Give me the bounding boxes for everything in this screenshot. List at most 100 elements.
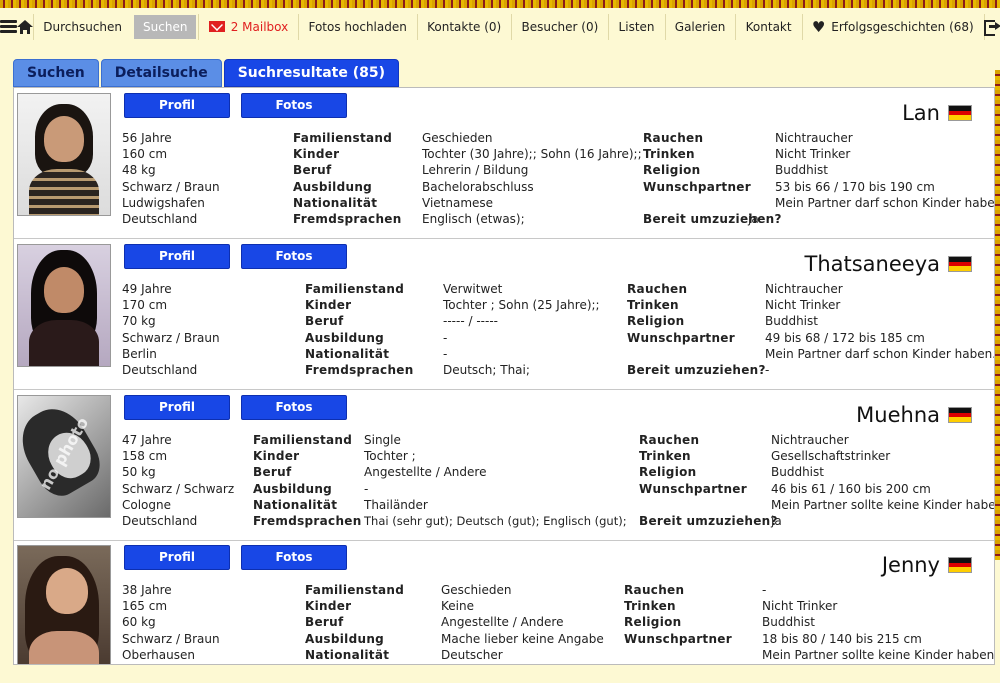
value-nationalitaet: Thailänder (364, 497, 428, 512)
hair-eyes: Schwarz / Schwarz (122, 481, 235, 496)
fotos-button[interactable]: Fotos (241, 93, 347, 118)
value-nationalitaet: - (443, 346, 448, 361)
home-button[interactable] (17, 8, 33, 45)
label-nationalitaet: Nationalität (293, 195, 378, 210)
country: Deutschland (122, 362, 198, 377)
germany-flag-icon (948, 557, 972, 573)
nav-erfolgsgeschichten-label: Erfolgsgeschichten (68) (831, 19, 974, 34)
nav-durchsuchen[interactable]: Durchsuchen (33, 8, 132, 45)
city: Berlin (122, 346, 157, 361)
value-ausbildung: - (443, 330, 448, 345)
profile-name[interactable]: Jenny (882, 553, 972, 577)
value-kinder: Tochter ; (364, 449, 416, 464)
label-umziehen: Bereit umzuziehen? (639, 513, 778, 528)
profil-button[interactable]: Profil (124, 545, 230, 570)
label-beruf: Beruf (293, 163, 332, 178)
profile-name-text: Jenny (881, 553, 940, 577)
value-umziehen: ja (771, 513, 782, 528)
profile-name[interactable]: Muehna (856, 403, 972, 427)
label-fremdsprachen: Fremdsprachen (253, 513, 362, 528)
profil-button[interactable]: Profil (124, 244, 230, 269)
value-kinderwunsch: Mein Partner sollte keine Kinder haben. (771, 497, 995, 512)
country: Deutschland (122, 513, 198, 528)
label-rauchen: Rauchen (624, 583, 685, 597)
value-religion: Buddhist (762, 615, 815, 630)
nav-erfolgsgeschichten[interactable]: ♥ Erfolgsgeschichten (68) (802, 8, 984, 45)
value-kinderwunsch: Mein Partner sollte keine Kinder haben. (762, 647, 995, 662)
profile-name-text: Muehna (856, 403, 940, 427)
details-values: Verwitwet Tochter ; Sohn (25 Jahre);; --… (443, 281, 600, 378)
prefs-values: Nichtraucher Gesellschaftstrinker Buddhi… (771, 432, 995, 529)
label-trinken: Trinken (624, 599, 676, 614)
prefs-labels: Rauchen Trinken Religion Wunschpartner (624, 582, 732, 647)
prefs-values: - Nicht Trinker Buddhist 18 bis 80 / 140… (762, 582, 995, 663)
value-religion: Buddhist (765, 314, 818, 329)
logout-icon (983, 19, 1000, 36)
value-beruf: Lehrerin / Bildung (422, 163, 529, 178)
profile-photo[interactable] (17, 545, 111, 664)
hair-eyes: Schwarz / Braun (122, 330, 220, 345)
profile-photo[interactable] (17, 93, 111, 216)
value-rauchen: Nichtraucher (765, 282, 843, 296)
label-beruf: Beruf (305, 615, 344, 630)
label-rauchen: Rauchen (627, 282, 688, 296)
label-wunschpartner: Wunschpartner (639, 481, 747, 496)
profile-name[interactable]: Lan (902, 101, 972, 125)
value-familienstand: Single (364, 433, 401, 447)
value-ausbildung: Bachelorabschluss (422, 179, 534, 194)
profile-name-text: Thatsaneeya (804, 252, 941, 276)
tab-detailsuche[interactable]: Detailsuche (100, 59, 222, 87)
profile-photo[interactable]: no photo (17, 395, 111, 518)
label-nationalitaet: Nationalität (253, 497, 338, 512)
tab-suchresultate[interactable]: Suchresultate (85) (223, 59, 399, 87)
label-rauchen: Rauchen (639, 433, 700, 447)
profil-button[interactable]: Profil (124, 395, 230, 420)
label-wunschpartner: Wunschpartner (627, 330, 735, 345)
country: Deutschland (122, 211, 198, 226)
fotos-button[interactable]: Fotos (241, 395, 347, 420)
profile-name[interactable]: Thatsaneeya (804, 252, 972, 276)
value-wunschpartner: 46 bis 61 / 160 bis 200 cm (771, 481, 931, 496)
details-values: Single Tochter ; Angestellte / Andere - … (364, 432, 627, 529)
fotos-button[interactable]: Fotos (241, 244, 347, 269)
profile-card: Profil Fotos Thatsaneeya 49 Jahre 170 cm… (14, 239, 994, 390)
profil-button[interactable]: Profil (124, 93, 230, 118)
menu-icon (0, 20, 17, 33)
label-kinder: Kinder (305, 298, 352, 313)
nav-besucher[interactable]: Besucher (0) (511, 8, 608, 45)
value-rauchen: Nichtraucher (775, 131, 853, 145)
menu-button[interactable] (0, 8, 17, 45)
label-beruf: Beruf (305, 314, 344, 329)
label-religion: Religion (624, 615, 682, 630)
height: 160 cm (122, 147, 168, 162)
label-rauchen: Rauchen (643, 131, 704, 145)
prefs-labels: Rauchen Trinken Religion Wunschpartner B… (639, 432, 778, 529)
nav-fotos-hochladen[interactable]: Fotos hochladen (298, 8, 416, 45)
value-kinder: Tochter (30 Jahre);; Sohn (16 Jahre);; (422, 147, 642, 162)
nav-kontakte[interactable]: Kontakte (0) (417, 8, 511, 45)
nav-kontakt[interactable]: Kontakt (736, 8, 802, 45)
label-familienstand: Familienstand (253, 433, 353, 447)
value-kinder: Keine (441, 599, 474, 614)
fotos-button[interactable]: Fotos (241, 545, 347, 570)
value-kinderwunsch: Mein Partner darf schon Kinder haben. (775, 195, 995, 210)
value-kinder: Tochter ; Sohn (25 Jahre);; (443, 298, 600, 313)
value-wunschpartner: 49 bis 68 / 172 bis 185 cm (765, 330, 925, 345)
details-labels: Familienstand Kinder Beruf Ausbildung Na… (305, 582, 404, 663)
profile-card: Profil Fotos Jenny 38 Jahre 165 cm 60 kg… (14, 540, 995, 664)
basic-info: 38 Jahre 165 cm 60 kg Schwarz / Braun Ob… (122, 582, 220, 663)
nav-galerien[interactable]: Galerien (665, 8, 736, 45)
search-tabs: Suchen Detailsuche Suchresultate (85) (13, 59, 399, 87)
nav-suchen[interactable]: Suchen (134, 14, 197, 39)
logout-button[interactable] (983, 8, 1000, 45)
decorative-side-border (995, 70, 1000, 560)
mail-icon (208, 21, 225, 32)
germany-flag-icon (948, 407, 972, 423)
label-nationalitaet: Nationalität (305, 346, 390, 361)
label-familienstand: Familienstand (305, 583, 405, 597)
tab-suchen[interactable]: Suchen (13, 59, 99, 87)
profile-photo[interactable] (17, 244, 111, 367)
nav-mailbox[interactable]: 2 Mailbox (199, 8, 299, 45)
nav-listen[interactable]: Listen (609, 8, 665, 45)
details-labels: Familienstand Kinder Beruf Ausbildung Na… (253, 432, 362, 529)
